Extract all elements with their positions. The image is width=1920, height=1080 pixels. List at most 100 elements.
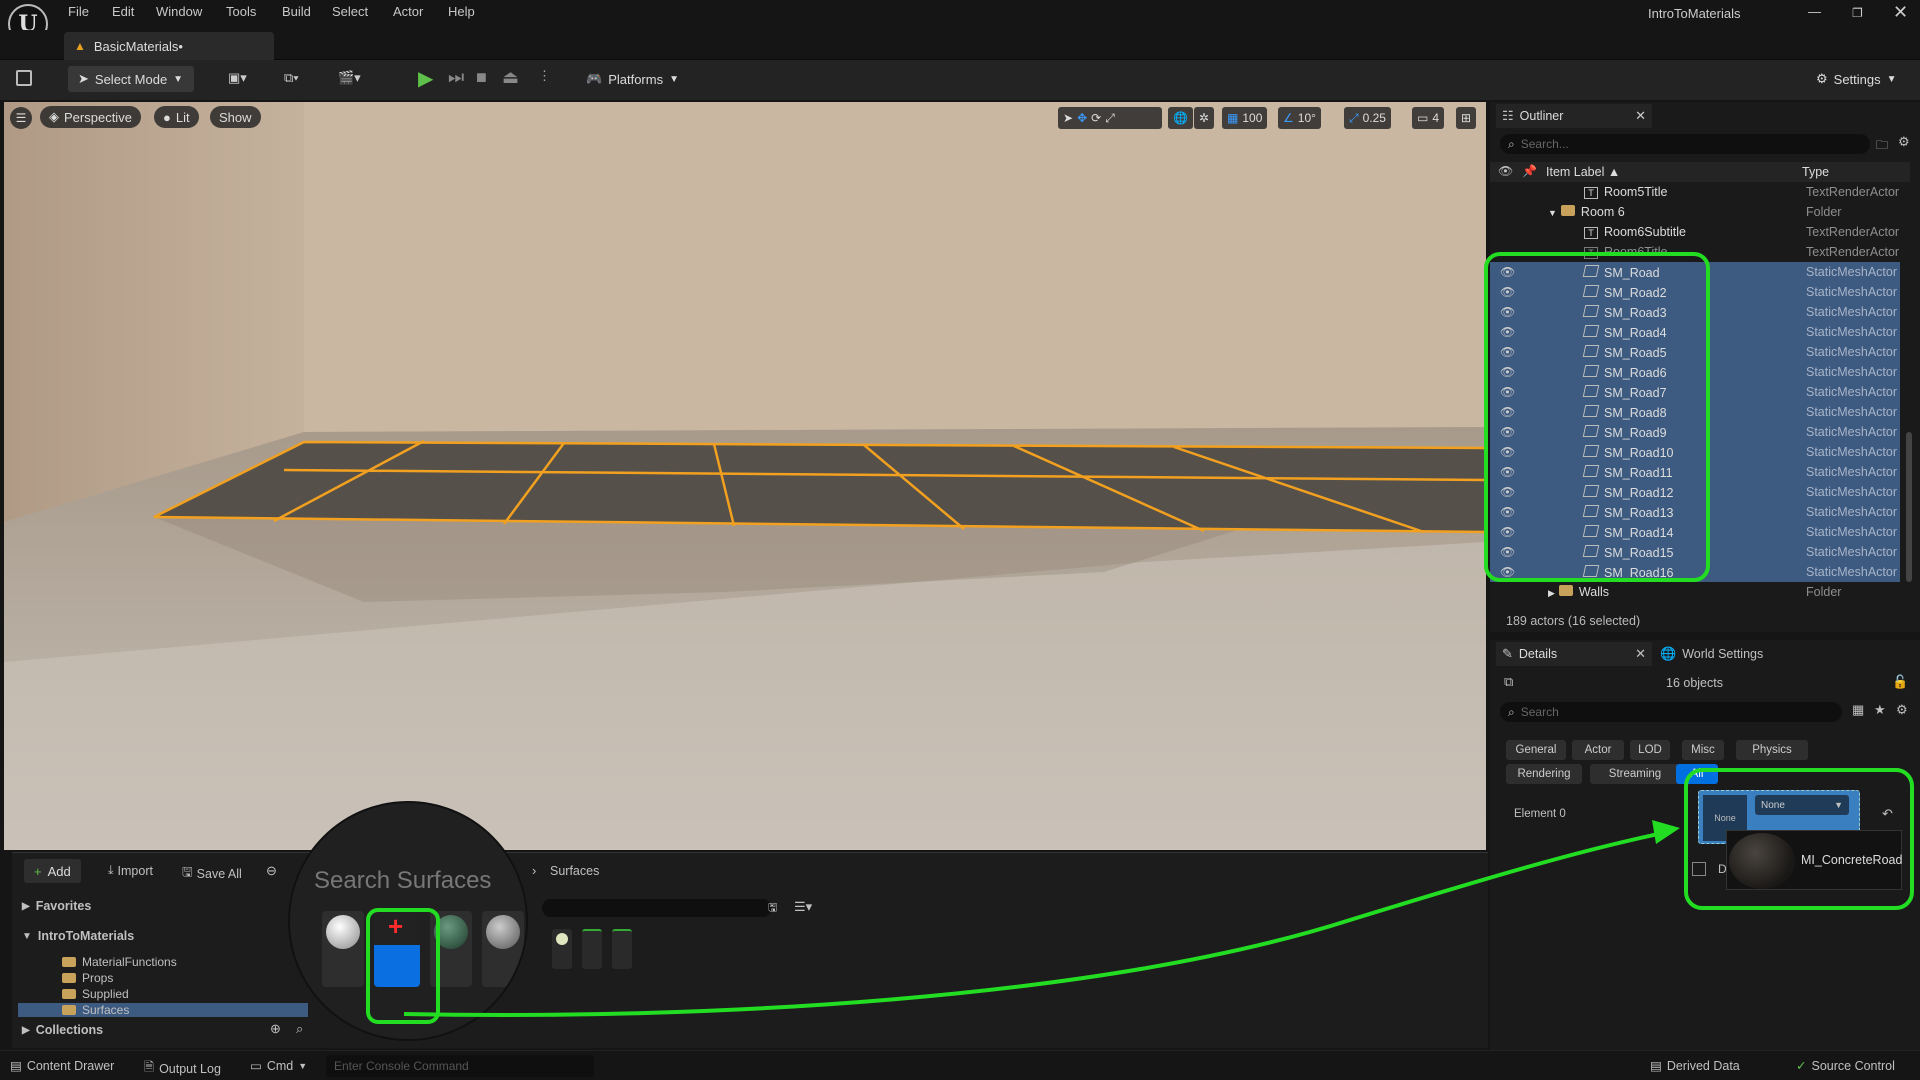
stop-icon[interactable]: ■ (476, 67, 487, 88)
layout-icon[interactable]: ⊞ (1456, 107, 1477, 129)
scale-snap-toggle[interactable]: ⤢ 0.25 (1344, 107, 1391, 129)
folder-item[interactable]: Props (62, 971, 113, 985)
chevron-down-icon[interactable]: ▼ (1548, 208, 1557, 218)
asset-tile[interactable] (612, 929, 632, 969)
table-view-icon[interactable]: ▦ (1852, 702, 1864, 718)
menu-edit[interactable]: Edit (112, 4, 134, 19)
asset-tile[interactable] (552, 929, 572, 969)
console-input[interactable]: Enter Console Command (326, 1055, 594, 1077)
details-tab-label: Details (1518, 647, 1558, 661)
filter-chip-rendering[interactable]: Rendering (1506, 764, 1582, 784)
chevron-right-icon[interactable]: ▶ (1548, 588, 1555, 598)
grid-snap-toggle[interactable]: ▦ 100 (1222, 107, 1268, 129)
lit-button[interactable]: ● Lit (154, 106, 199, 128)
move-tool-icon[interactable]: ✥ (1077, 111, 1087, 125)
derived-data-button[interactable]: ▤ Derived Data (1650, 1058, 1740, 1074)
filter-chip-general[interactable]: General (1506, 740, 1566, 760)
cmd-dropdown[interactable]: ▭ Cmd ▼ (250, 1058, 307, 1074)
select-tool-icon[interactable]: ➤ (1063, 111, 1073, 125)
save-icon[interactable] (16, 70, 32, 86)
type-header[interactable]: Type (1802, 165, 1829, 179)
world-settings-tab[interactable]: 🌐 World Settings (1660, 642, 1763, 666)
folder-item[interactable]: Surfaces (18, 1003, 308, 1017)
menu-help[interactable]: Help (448, 4, 475, 19)
save-all-button[interactable]: 🖫 Save All (182, 863, 242, 884)
rotate-tool-icon[interactable]: ⟳ (1091, 111, 1101, 125)
level-tab[interactable]: ▲ BasicMaterials• (64, 32, 274, 60)
filter-chip-misc[interactable]: Misc (1682, 740, 1724, 760)
zoom-tile-sphere-grey[interactable] (482, 911, 524, 987)
outliner-settings-icon[interactable]: ⚙ (1898, 134, 1910, 150)
outliner-scrollbar[interactable] (1906, 432, 1912, 582)
outliner-row[interactable]: ▼ Room 6 Folder (1490, 202, 1900, 222)
item-label-header[interactable]: Item Label ▲ (1546, 165, 1620, 179)
folder-item[interactable]: Supplied (62, 987, 129, 1001)
add-folder-icon[interactable]: 🗀 (1876, 136, 1888, 157)
lock-icon[interactable]: 🔓 (1892, 674, 1908, 690)
outliner-row[interactable]: T Room5Title TextRenderActor (1490, 182, 1900, 202)
play-icon[interactable]: ▶ (418, 66, 433, 91)
folder-item[interactable]: MaterialFunctions (62, 955, 177, 969)
outliner-row[interactable]: ▶ Walls Folder (1490, 582, 1900, 602)
save-search-icon[interactable]: 🖫 (768, 899, 777, 918)
path-segment-surfaces[interactable]: Surfaces (550, 864, 599, 878)
filter-icon[interactable]: ☰▾ (794, 899, 812, 915)
transform-tools[interactable]: ➤ ✥ ⟳ ⤢ (1058, 107, 1162, 129)
perspective-button[interactable]: ◈ Perspective (40, 106, 141, 128)
collections-section[interactable]: ▶ Collections (22, 1023, 103, 1037)
filter-chip-physics[interactable]: Physics (1736, 740, 1808, 760)
camera-speed-button[interactable]: ▭ 4 (1412, 107, 1445, 129)
world-local-icon[interactable]: 🌐 (1168, 107, 1193, 129)
outliner-search-input[interactable]: ⌕ Search... (1500, 134, 1870, 154)
close-tab-icon[interactable]: ✕ (1635, 108, 1646, 124)
rotation-snap-toggle[interactable]: ∠ 10° (1278, 107, 1321, 129)
close-tab-icon[interactable]: ✕ (1635, 646, 1646, 662)
details-tab[interactable]: ✎ Details ✕ (1496, 642, 1652, 666)
filter-chip-streaming[interactable]: Streaming (1590, 764, 1680, 784)
asset-tile[interactable] (582, 929, 602, 969)
select-mode-button[interactable]: ➤ Select Mode ▼ (68, 66, 194, 92)
close-icon[interactable]: ✕ (1893, 2, 1908, 23)
settings-button[interactable]: ⚙ Settings ▼ (1806, 66, 1907, 92)
back-icon[interactable]: ⊖ (266, 863, 277, 879)
import-button[interactable]: ⤓ Import (108, 863, 153, 878)
platforms-button[interactable]: 🎮 Platforms ▼ (576, 66, 689, 92)
add-actor-icon[interactable]: ▣▾ (228, 70, 247, 86)
play-options-icon[interactable]: ⋮ (538, 68, 551, 84)
details-search-input[interactable]: ⌕ Search (1500, 702, 1842, 722)
minimize-icon[interactable]: — (1808, 4, 1821, 19)
filter-chip-actor[interactable]: Actor (1572, 740, 1624, 760)
cinematics-icon[interactable]: 🎬▾ (338, 70, 361, 86)
eject-icon[interactable]: ⏏ (502, 67, 519, 88)
zoom-tile-sphere-white[interactable] (322, 911, 364, 987)
menu-build[interactable]: Build (282, 4, 311, 19)
surface-snap-icon[interactable]: ✲ (1194, 107, 1215, 129)
search-collections-icon[interactable]: ⌕ (296, 1021, 303, 1037)
menu-tools[interactable]: Tools (226, 4, 256, 19)
output-log-button[interactable]: 🗎 Output Log (144, 1058, 221, 1079)
scale-tool-icon[interactable]: ⤢ (1105, 111, 1115, 126)
source-control-button[interactable]: ✓ Source Control (1796, 1058, 1895, 1074)
add-button[interactable]: + Add (24, 859, 81, 883)
favorite-star-icon[interactable]: ★ (1874, 702, 1886, 718)
blueprint-icon[interactable]: ⧉▾ (284, 70, 299, 86)
element-0-label: Element 0 (1514, 808, 1566, 820)
add-collection-icon[interactable]: ⊕ (270, 1021, 281, 1037)
menu-select[interactable]: Select (332, 4, 368, 19)
root-folder[interactable]: ▼ IntroToMaterials (22, 929, 134, 943)
level-viewport[interactable]: ☰ ◈ Perspective ● Lit Show ➤ ✥ ⟳ ⤢ 🌐 ✲ ▦… (4, 102, 1486, 850)
outliner-row[interactable]: T Room6Subtitle TextRenderActor (1490, 222, 1900, 242)
show-button[interactable]: Show (210, 106, 261, 128)
menu-file[interactable]: File (68, 4, 89, 19)
outliner-tab[interactable]: ☷ Outliner ✕ (1496, 104, 1652, 128)
favorites-section[interactable]: ▶ Favorites (22, 899, 91, 913)
menu-actor[interactable]: Actor (393, 4, 423, 19)
details-settings-icon[interactable]: ⚙ (1896, 702, 1908, 718)
menu-window[interactable]: Window (156, 4, 202, 19)
filter-chip-lod[interactable]: LOD (1630, 740, 1670, 760)
viewport-menu-icon[interactable]: ☰ (10, 107, 32, 129)
asset-search-input[interactable] (542, 899, 772, 917)
restore-icon[interactable]: ❐ (1852, 6, 1863, 20)
step-icon[interactable]: ⏭ (448, 67, 464, 88)
content-drawer-button[interactable]: ▤ Content Drawer (10, 1058, 114, 1074)
